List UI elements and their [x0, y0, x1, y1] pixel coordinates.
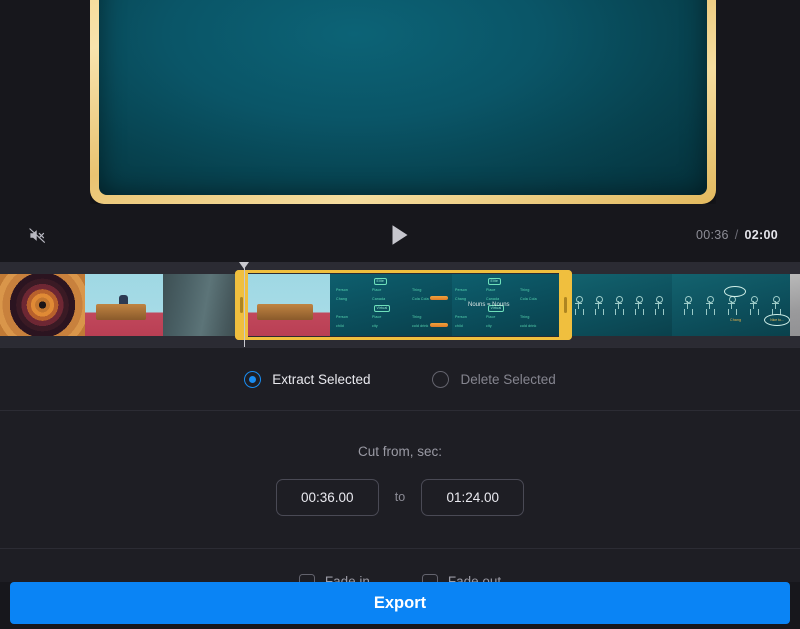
thumb-chalk-text: Person	[455, 315, 467, 320]
thumb-chalk-text: Thing	[412, 288, 422, 293]
thumb-chalk-text: Place	[486, 315, 496, 320]
speech-bubble-icon: Nice to...	[764, 314, 790, 326]
player-transport-bar: 00:36 / 02:00	[0, 208, 800, 262]
thumb-chalk-text: Person	[455, 288, 467, 293]
thumb-highlight-pill	[430, 296, 448, 300]
stick-figure-icon	[683, 296, 692, 316]
radio-extract-selected[interactable]: Extract Selected	[244, 371, 370, 388]
timeline-thumbnail[interactable]	[163, 274, 245, 336]
cut-start-input[interactable]	[276, 479, 379, 516]
speaker-muted-icon	[28, 226, 47, 245]
cut-to-separator-label: to	[395, 490, 405, 504]
video-frame-border	[90, 0, 716, 204]
stick-figure-icon	[771, 296, 780, 316]
thumb-chalk-text: child	[336, 324, 344, 329]
thumb-chalk-text: cold drink	[520, 324, 536, 329]
timeline-thumbnail[interactable]: Chang Nice to...	[672, 274, 790, 336]
play-button-container	[0, 219, 800, 251]
cut-range-row: to	[276, 479, 524, 516]
timeline-thumbnail[interactable]: Elite Person Place Thing Chang Canada Co…	[452, 274, 564, 336]
thumb-chalk-text: Chang	[455, 297, 466, 302]
thumb-chalk-text: Cola Cola	[520, 297, 537, 302]
total-duration: 02:00	[745, 228, 778, 242]
thumb-chalk-text: Thing	[520, 288, 530, 293]
timeline-thumbnail[interactable]	[0, 274, 85, 336]
radio-delete-selected[interactable]: Delete Selected	[432, 371, 555, 388]
timeline-thumbnail[interactable]	[790, 274, 800, 336]
selection-mode-section: Extract Selected Delete Selected	[0, 347, 800, 410]
cut-range-section: Cut from, sec: to	[0, 410, 800, 548]
stick-figure-icon	[727, 296, 736, 316]
stick-figure-icon	[749, 296, 758, 316]
thumb-chalk-text: Chang	[730, 318, 741, 323]
thumb-chalk-text: cold drink	[412, 324, 428, 329]
thumb-chalk-text: Place	[372, 288, 382, 293]
thumb-figure-group	[676, 296, 786, 316]
thumb-chalk-text: Person	[336, 315, 348, 320]
thumb-highlight-pill	[430, 323, 448, 327]
timeline-thumbnail[interactable]	[245, 274, 330, 336]
radio-extract-indicator[interactable]	[244, 371, 261, 388]
cut-end-input[interactable]	[421, 479, 524, 516]
trim-handle-left[interactable]	[235, 270, 248, 340]
play-button[interactable]	[383, 219, 417, 251]
timeline-thumbnail[interactable]	[85, 274, 163, 336]
time-display: 00:36 / 02:00	[696, 228, 778, 242]
timeline-thumbnail[interactable]: Elite Person Place Thing Chang Canada Co…	[330, 274, 452, 336]
thumb-chalk-text: city	[372, 324, 378, 329]
radio-delete-indicator[interactable]	[432, 371, 449, 388]
thumb-figure-group	[568, 296, 668, 316]
thumb-chalk-text: child	[455, 324, 463, 329]
mute-toggle-button[interactable]	[22, 220, 52, 250]
thumb-chalk-text: city	[486, 324, 492, 329]
cut-from-label: Cut from, sec:	[358, 444, 442, 459]
thumb-chalk-text: Chang	[336, 297, 347, 302]
filmstrip: Elite Person Place Thing Chang Canada Co…	[0, 274, 800, 336]
thumb-chalk-text: Elite	[374, 278, 387, 285]
thumb-chalk-text: Place	[372, 315, 382, 320]
stick-figure-icon	[574, 296, 583, 316]
thumb-equation-text: Nouns = Nouns	[468, 302, 510, 308]
thumb-chalk-text: Elite	[488, 278, 501, 285]
timeline-strip[interactable]: Elite Person Place Thing Chang Canada Co…	[0, 262, 800, 347]
radio-extract-label: Extract Selected	[272, 372, 370, 387]
stick-figure-icon	[654, 296, 663, 316]
stick-figure-icon	[634, 296, 643, 316]
time-separator: /	[735, 228, 739, 242]
timeline-thumbnail[interactable]	[564, 274, 672, 336]
thumb-chalk-text: Person	[336, 288, 348, 293]
thumb-chalk-text: Virtual	[374, 305, 390, 312]
radio-delete-label: Delete Selected	[460, 372, 555, 387]
stick-figure-icon	[705, 296, 714, 316]
stick-figure-icon	[614, 296, 623, 316]
video-stage	[90, 0, 716, 204]
video-canvas[interactable]	[99, 0, 707, 195]
trim-handle-right[interactable]	[559, 270, 572, 340]
stick-figure-icon	[594, 296, 603, 316]
video-preview-area: 00:36 / 02:00	[0, 0, 800, 262]
thumb-chalk-text: Thing	[520, 315, 530, 320]
speech-bubble-icon	[724, 286, 746, 297]
thumb-chalk-text: Place	[486, 288, 496, 293]
video-editor-window: 00:36 / 02:00 Elite Person Place Thing C…	[0, 0, 800, 629]
thumb-chalk-text: Canada	[372, 297, 385, 302]
play-icon	[391, 224, 409, 246]
thumb-chalk-text: Cola Cola	[412, 297, 429, 302]
export-bar: Export	[0, 582, 800, 629]
thumb-chalk-text: Thing	[412, 315, 422, 320]
export-button[interactable]: Export	[10, 582, 790, 624]
current-time: 00:36	[696, 228, 729, 242]
